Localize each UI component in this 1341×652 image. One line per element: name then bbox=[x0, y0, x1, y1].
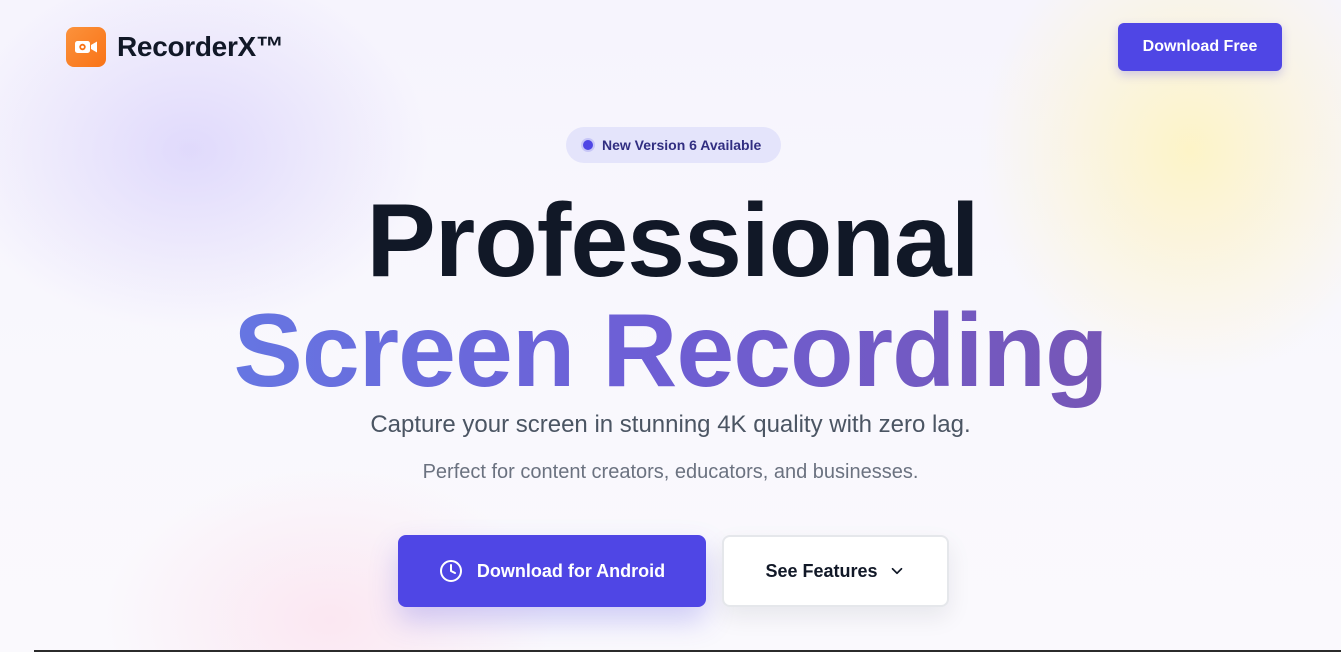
see-features-button[interactable]: See Features bbox=[722, 535, 949, 607]
status-dot-icon bbox=[581, 138, 595, 152]
video-camera-icon bbox=[66, 27, 106, 67]
brand-name: RecorderX™ bbox=[117, 31, 284, 62]
hero-subtitle: Capture your screen in stunning 4K quali… bbox=[370, 411, 971, 438]
brand-logo[interactable]: RecorderX™ bbox=[66, 27, 284, 67]
site-header: RecorderX™ Download Free bbox=[0, 0, 1341, 94]
chevron-down-icon bbox=[888, 562, 906, 580]
hero-title: Professional Screen Recording bbox=[0, 186, 1341, 416]
download-android-label: Download for Android bbox=[476, 560, 666, 581]
hero-title-line2: Screen Recording bbox=[233, 296, 1108, 416]
badge-text: New Version 6 Available bbox=[602, 137, 762, 153]
hero-secondary-subtitle: Perfect for content creators, educators,… bbox=[422, 461, 919, 483]
hero-title-line1: Professional bbox=[366, 183, 979, 299]
version-badge: New Version 6 Available bbox=[566, 127, 781, 163]
download-android-button[interactable]: Download for Android bbox=[398, 535, 706, 607]
clock-icon bbox=[439, 559, 463, 583]
see-features-label: See Features bbox=[765, 560, 878, 581]
download-free-button[interactable]: Download Free bbox=[1118, 23, 1282, 71]
